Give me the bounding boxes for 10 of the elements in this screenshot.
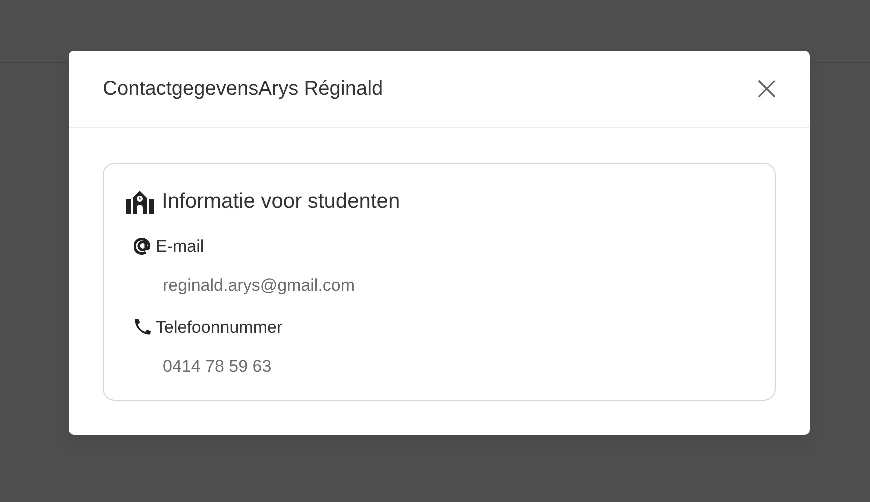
field-label: Telefoonnummer — [156, 316, 283, 338]
dialog-title: ContactgegevensArys Réginald — [103, 77, 384, 102]
school-icon — [126, 190, 154, 214]
field-label: E-mail — [156, 236, 204, 258]
phone-icon — [134, 318, 152, 336]
close-icon — [758, 80, 776, 98]
field-value: reginald.arys@gmail.com — [163, 276, 356, 295]
section-title: Informatie voor studenten — [162, 189, 400, 215]
field-value: 0414 78 59 63 — [163, 357, 272, 376]
at-sign-icon — [134, 237, 152, 256]
